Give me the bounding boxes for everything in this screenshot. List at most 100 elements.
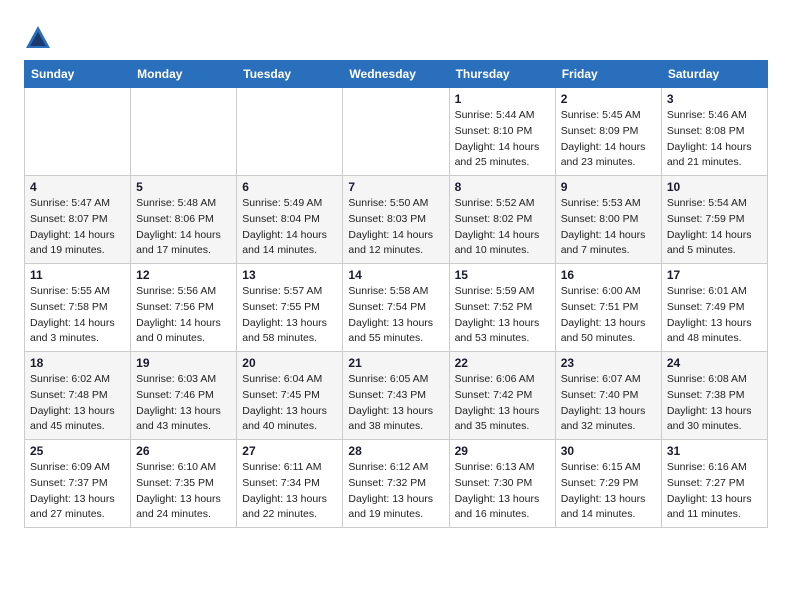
calendar-week-row: 4Sunrise: 5:47 AMSunset: 8:07 PMDaylight… bbox=[25, 176, 768, 264]
calendar-week-row: 1 Sunrise: 5:44 AMSunset: 8:10 PMDaylight… bbox=[25, 88, 768, 176]
calendar-cell: 20 Sunrise: 6:04 AMSunset: 7:45 PMDayligh… bbox=[237, 352, 343, 440]
calendar-cell: 16Sunrise: 6:00 AMSunset: 7:51 PMDayligh… bbox=[555, 264, 661, 352]
logo bbox=[24, 24, 56, 52]
weekday-header-friday: Friday bbox=[555, 61, 661, 88]
calendar-cell: 25 Sunrise: 6:09 AMSunset: 7:37 PMDayligh… bbox=[25, 440, 131, 528]
calendar-cell: 13Sunrise: 5:57 AMSunset: 7:55 PMDayligh… bbox=[237, 264, 343, 352]
day-number: 8 bbox=[455, 180, 550, 194]
day-number: 7 bbox=[348, 180, 443, 194]
day-info: Sunrise: 6:15 AMSunset: 7:29 PMDaylight:… bbox=[561, 460, 656, 523]
calendar-week-row: 25 Sunrise: 6:09 AMSunset: 7:37 PMDayligh… bbox=[25, 440, 768, 528]
day-info: Sunrise: 5:54 AMSunset: 7:59 PMDaylight:… bbox=[667, 196, 762, 259]
day-number: 31 bbox=[667, 444, 762, 458]
weekday-header-tuesday: Tuesday bbox=[237, 61, 343, 88]
calendar-cell: 9Sunrise: 5:53 AMSunset: 8:00 PMDaylight… bbox=[555, 176, 661, 264]
day-info: Sunrise: 5:58 AMSunset: 7:54 PMDaylight:… bbox=[348, 284, 443, 347]
day-info: Sunrise: 6:07 AMSunset: 7:40 PMDaylight:… bbox=[561, 372, 656, 435]
calendar-cell: 2 Sunrise: 5:45 AMSunset: 8:09 PMDaylight… bbox=[555, 88, 661, 176]
calendar-cell: 29 Sunrise: 6:13 AMSunset: 7:30 PMDayligh… bbox=[449, 440, 555, 528]
day-info: Sunrise: 6:00 AMSunset: 7:51 PMDaylight:… bbox=[561, 284, 656, 347]
page-header bbox=[24, 20, 768, 52]
calendar-cell: 26 Sunrise: 6:10 AMSunset: 7:35 PMDayligh… bbox=[131, 440, 237, 528]
calendar-cell: 10 Sunrise: 5:54 AMSunset: 7:59 PMDayligh… bbox=[661, 176, 767, 264]
day-info: Sunrise: 6:16 AMSunset: 7:27 PMDaylight:… bbox=[667, 460, 762, 523]
day-number: 9 bbox=[561, 180, 656, 194]
day-number: 24 bbox=[667, 356, 762, 370]
logo-icon bbox=[24, 24, 52, 52]
calendar-cell: 1 Sunrise: 5:44 AMSunset: 8:10 PMDaylight… bbox=[449, 88, 555, 176]
weekday-header-sunday: Sunday bbox=[25, 61, 131, 88]
calendar-cell: 19Sunrise: 6:03 AMSunset: 7:46 PMDayligh… bbox=[131, 352, 237, 440]
weekday-header-wednesday: Wednesday bbox=[343, 61, 449, 88]
day-info: Sunrise: 5:59 AMSunset: 7:52 PMDaylight:… bbox=[455, 284, 550, 347]
calendar-body: 1 Sunrise: 5:44 AMSunset: 8:10 PMDaylight… bbox=[25, 88, 768, 528]
day-number: 11 bbox=[30, 268, 125, 282]
day-number: 2 bbox=[561, 92, 656, 106]
calendar-table: SundayMondayTuesdayWednesdayThursdayFrid… bbox=[24, 60, 768, 528]
calendar-cell bbox=[237, 88, 343, 176]
day-number: 22 bbox=[455, 356, 550, 370]
day-number: 29 bbox=[455, 444, 550, 458]
calendar-cell: 23 Sunrise: 6:07 AMSunset: 7:40 PMDayligh… bbox=[555, 352, 661, 440]
calendar-cell: 30 Sunrise: 6:15 AMSunset: 7:29 PMDayligh… bbox=[555, 440, 661, 528]
day-number: 15 bbox=[455, 268, 550, 282]
day-info: Sunrise: 5:52 AMSunset: 8:02 PMDaylight:… bbox=[455, 196, 550, 259]
weekday-header-monday: Monday bbox=[131, 61, 237, 88]
day-number: 25 bbox=[30, 444, 125, 458]
day-info: Sunrise: 5:56 AMSunset: 7:56 PMDaylight:… bbox=[136, 284, 231, 347]
day-number: 19 bbox=[136, 356, 231, 370]
day-number: 10 bbox=[667, 180, 762, 194]
day-info: Sunrise: 5:45 AMSunset: 8:09 PMDaylight:… bbox=[561, 108, 656, 171]
day-number: 18 bbox=[30, 356, 125, 370]
weekday-header-thursday: Thursday bbox=[449, 61, 555, 88]
calendar-cell: 27 Sunrise: 6:11 AMSunset: 7:34 PMDayligh… bbox=[237, 440, 343, 528]
calendar-week-row: 18 Sunrise: 6:02 AMSunset: 7:48 PMDayligh… bbox=[25, 352, 768, 440]
day-info: Sunrise: 6:09 AMSunset: 7:37 PMDaylight:… bbox=[30, 460, 125, 523]
calendar-cell: 5Sunrise: 5:48 AMSunset: 8:06 PMDaylight… bbox=[131, 176, 237, 264]
calendar-cell: 18 Sunrise: 6:02 AMSunset: 7:48 PMDayligh… bbox=[25, 352, 131, 440]
calendar-cell: 24 Sunrise: 6:08 AMSunset: 7:38 PMDayligh… bbox=[661, 352, 767, 440]
calendar-cell: 22 Sunrise: 6:06 AMSunset: 7:42 PMDayligh… bbox=[449, 352, 555, 440]
weekday-header-saturday: Saturday bbox=[661, 61, 767, 88]
day-number: 21 bbox=[348, 356, 443, 370]
weekday-header-row: SundayMondayTuesdayWednesdayThursdayFrid… bbox=[25, 61, 768, 88]
day-number: 26 bbox=[136, 444, 231, 458]
calendar-cell: 14 Sunrise: 5:58 AMSunset: 7:54 PMDayligh… bbox=[343, 264, 449, 352]
day-number: 1 bbox=[455, 92, 550, 106]
day-number: 30 bbox=[561, 444, 656, 458]
day-info: Sunrise: 6:01 AMSunset: 7:49 PMDaylight:… bbox=[667, 284, 762, 347]
day-info: Sunrise: 5:44 AMSunset: 8:10 PMDaylight:… bbox=[455, 108, 550, 171]
calendar-cell: 17 Sunrise: 6:01 AMSunset: 7:49 PMDayligh… bbox=[661, 264, 767, 352]
day-info: Sunrise: 5:48 AMSunset: 8:06 PMDaylight:… bbox=[136, 196, 231, 259]
calendar-cell: 6Sunrise: 5:49 AMSunset: 8:04 PMDaylight… bbox=[237, 176, 343, 264]
calendar-cell: 4Sunrise: 5:47 AMSunset: 8:07 PMDaylight… bbox=[25, 176, 131, 264]
day-number: 23 bbox=[561, 356, 656, 370]
day-info: Sunrise: 5:47 AMSunset: 8:07 PMDaylight:… bbox=[30, 196, 125, 259]
calendar-cell: 11 Sunrise: 5:55 AMSunset: 7:58 PMDayligh… bbox=[25, 264, 131, 352]
day-number: 17 bbox=[667, 268, 762, 282]
day-info: Sunrise: 6:05 AMSunset: 7:43 PMDaylight:… bbox=[348, 372, 443, 435]
day-info: Sunrise: 6:04 AMSunset: 7:45 PMDaylight:… bbox=[242, 372, 337, 435]
day-info: Sunrise: 6:10 AMSunset: 7:35 PMDaylight:… bbox=[136, 460, 231, 523]
calendar-cell bbox=[25, 88, 131, 176]
day-number: 28 bbox=[348, 444, 443, 458]
day-number: 27 bbox=[242, 444, 337, 458]
calendar-cell: 7Sunrise: 5:50 AMSunset: 8:03 PMDaylight… bbox=[343, 176, 449, 264]
calendar-cell: 31 Sunrise: 6:16 AMSunset: 7:27 PMDayligh… bbox=[661, 440, 767, 528]
day-number: 20 bbox=[242, 356, 337, 370]
day-info: Sunrise: 5:55 AMSunset: 7:58 PMDaylight:… bbox=[30, 284, 125, 347]
day-info: Sunrise: 6:02 AMSunset: 7:48 PMDaylight:… bbox=[30, 372, 125, 435]
calendar-cell: 8 Sunrise: 5:52 AMSunset: 8:02 PMDaylight… bbox=[449, 176, 555, 264]
day-info: Sunrise: 6:13 AMSunset: 7:30 PMDaylight:… bbox=[455, 460, 550, 523]
day-info: Sunrise: 6:08 AMSunset: 7:38 PMDaylight:… bbox=[667, 372, 762, 435]
calendar-cell bbox=[343, 88, 449, 176]
day-info: Sunrise: 6:11 AMSunset: 7:34 PMDaylight:… bbox=[242, 460, 337, 523]
day-number: 6 bbox=[242, 180, 337, 194]
day-number: 12 bbox=[136, 268, 231, 282]
day-number: 14 bbox=[348, 268, 443, 282]
day-info: Sunrise: 6:06 AMSunset: 7:42 PMDaylight:… bbox=[455, 372, 550, 435]
day-number: 3 bbox=[667, 92, 762, 106]
calendar-cell: 21 Sunrise: 6:05 AMSunset: 7:43 PMDayligh… bbox=[343, 352, 449, 440]
calendar-cell: 12 Sunrise: 5:56 AMSunset: 7:56 PMDayligh… bbox=[131, 264, 237, 352]
calendar-cell bbox=[131, 88, 237, 176]
